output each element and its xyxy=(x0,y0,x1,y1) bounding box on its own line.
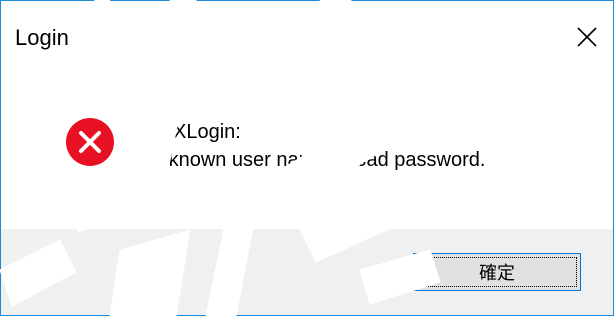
title-bar[interactable]: Login xyxy=(1,1,613,73)
ok-button-label: 確定 xyxy=(479,263,515,284)
error-icon xyxy=(66,118,114,166)
close-button[interactable] xyxy=(561,11,613,63)
button-bar: 確定 xyxy=(1,229,613,315)
login-dialog: Login trFIXLogin: Unknown user name or b… xyxy=(0,0,614,316)
ok-button[interactable]: 確定 xyxy=(413,253,581,291)
window-title: Login xyxy=(15,25,69,50)
close-icon xyxy=(577,27,597,47)
message-text: Unknown user name or bad password. xyxy=(143,149,486,171)
message-area: trFIXLogin: Unknown user name or bad pas… xyxy=(1,73,613,229)
message-source: trFIXLogin: xyxy=(143,121,241,143)
